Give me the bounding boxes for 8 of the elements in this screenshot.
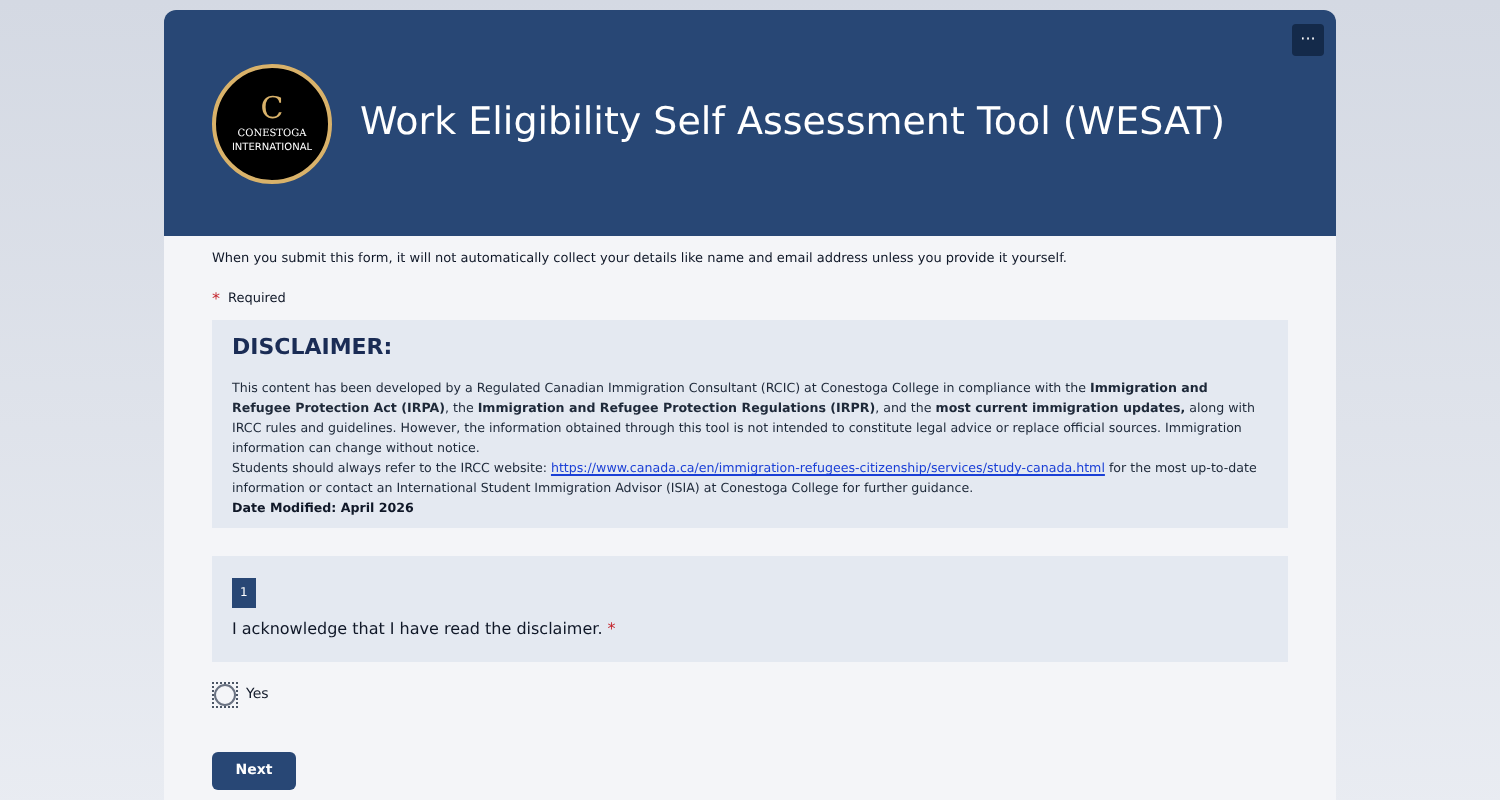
radio-button[interactable] [212, 682, 238, 708]
disclaimer-heading: DISCLAIMER: [232, 331, 395, 363]
form-title: Work Eligibility Self Assessment Tool (WESAT) [360, 98, 1226, 149]
required-mark: * [607, 620, 616, 638]
more-options-button[interactable]: ··· [1292, 24, 1324, 56]
required-mark: * [212, 291, 220, 308]
logo-letter: C [260, 93, 284, 123]
question-text: I acknowledge that I have read the disclaimer. [232, 620, 603, 638]
